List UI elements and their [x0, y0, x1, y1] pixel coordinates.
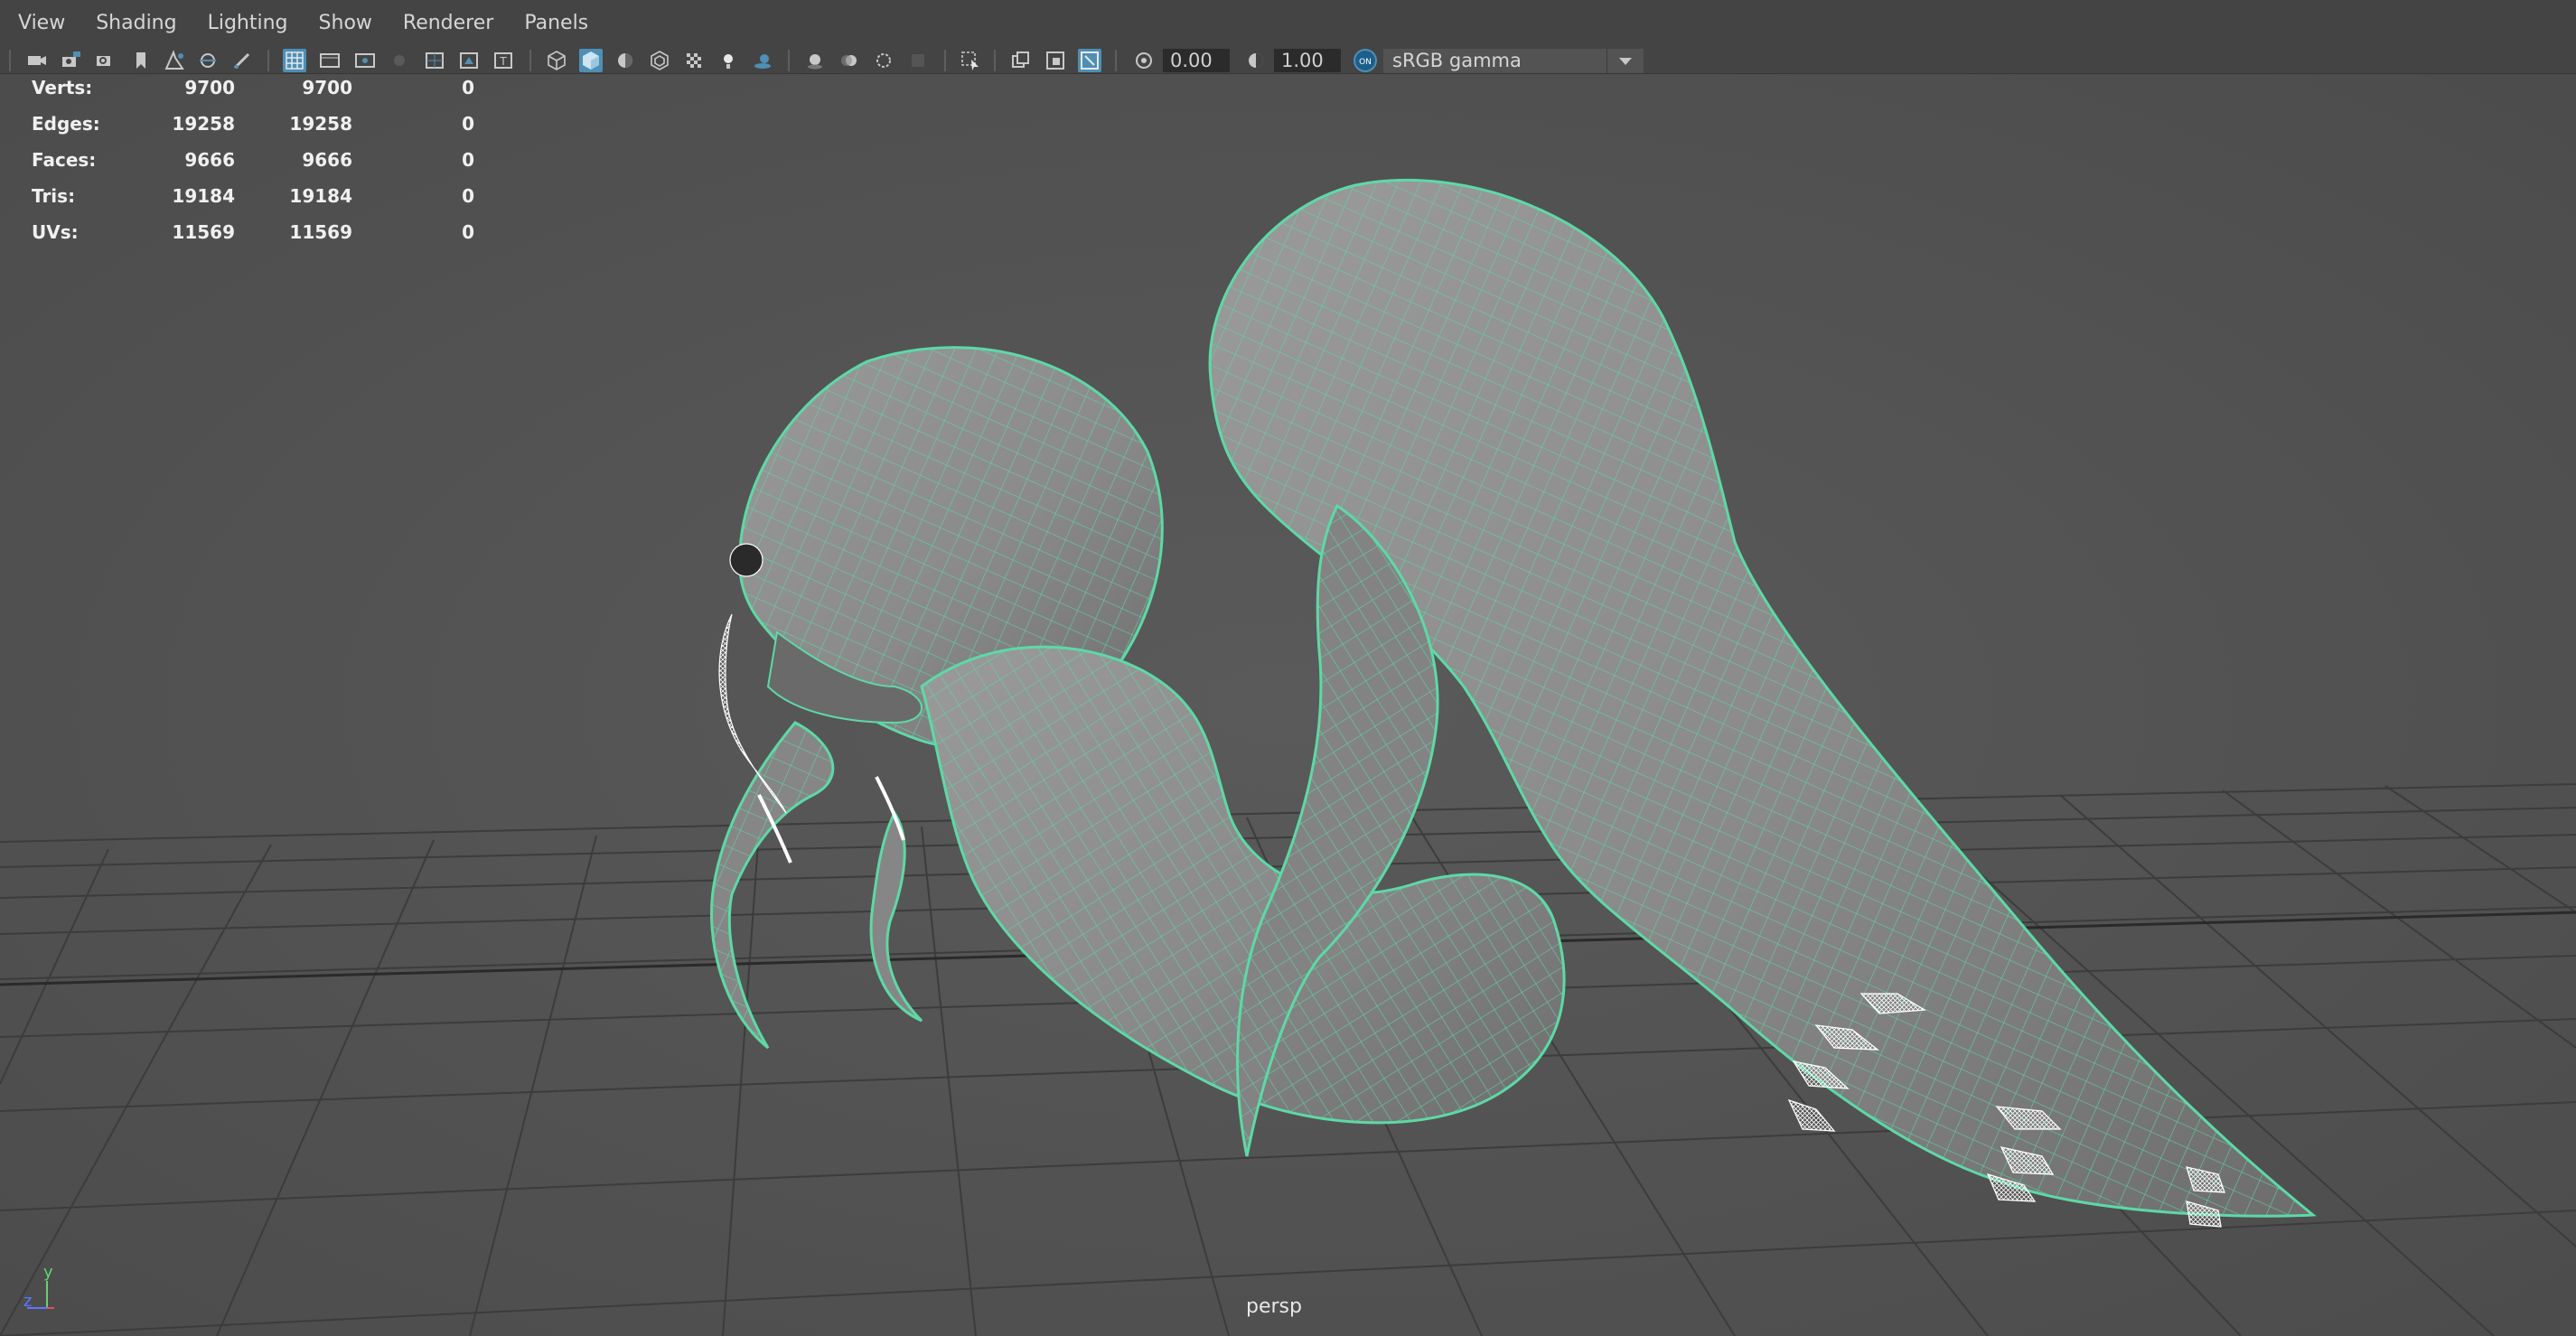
- chevron-down-icon[interactable]: [1606, 49, 1644, 73]
- menu-panels[interactable]: Panels: [509, 0, 604, 46]
- hud-value-total: 11569: [289, 221, 352, 243]
- film-gate-icon[interactable]: [318, 49, 342, 72]
- menu-view[interactable]: View: [0, 0, 80, 46]
- field-chart-icon[interactable]: [423, 49, 446, 72]
- toolbar-separator: [1115, 50, 1117, 71]
- xray-joints-icon[interactable]: [1044, 49, 1067, 72]
- camera-attributes-icon[interactable]: [60, 49, 83, 72]
- image-plane-icon[interactable]: [163, 49, 186, 72]
- camera-select-icon[interactable]: [25, 49, 49, 72]
- toolbar-separator: [788, 50, 790, 71]
- hud-label: Edges:: [32, 113, 100, 135]
- toolbar-separator: [994, 50, 996, 71]
- hud-value-total: 9666: [302, 149, 352, 171]
- hud-label: UVs:: [32, 221, 79, 243]
- resolution-gate-icon[interactable]: [353, 49, 377, 72]
- screen-space-ao-icon[interactable]: [803, 49, 827, 72]
- wireframe-on-shaded-icon[interactable]: [648, 49, 671, 72]
- gate-mask-icon[interactable]: [388, 49, 411, 72]
- maya-viewport-window: View Shading Lighting Show Renderer Pane…: [0, 0, 2576, 1336]
- panel-toolbar: T 0.00 1.00 ON sRGB gamma: [0, 46, 2576, 74]
- hud-value-visible: 11569: [172, 221, 235, 243]
- default-material-icon[interactable]: [614, 49, 637, 72]
- toolbar-separator: [9, 50, 11, 71]
- view-transform-dropdown[interactable]: sRGB gamma: [1383, 49, 1606, 73]
- hud-value-total: 19258: [289, 113, 352, 135]
- hud-value-selected: 0: [462, 221, 474, 243]
- anti-aliasing-icon[interactable]: [872, 49, 895, 72]
- hud-value-visible: 9700: [184, 77, 235, 98]
- bookmarks-icon[interactable]: [94, 49, 117, 72]
- hud-value-selected: 0: [462, 113, 474, 135]
- menu-renderer[interactable]: Renderer: [388, 0, 509, 46]
- textured-icon[interactable]: [682, 49, 706, 72]
- svg-text:T: T: [499, 55, 507, 68]
- wireframe-shading-icon[interactable]: [545, 49, 568, 72]
- hud-value-total: 9700: [302, 77, 352, 98]
- grid-toggle-icon[interactable]: [283, 49, 306, 72]
- hud-value-visible: 19184: [172, 185, 235, 207]
- hud-label: Verts:: [32, 77, 93, 98]
- gamma-field[interactable]: 1.00: [1274, 49, 1341, 72]
- hud-row-verts: Verts: 9700 9700 0: [0, 77, 506, 104]
- menu-lighting[interactable]: Lighting: [192, 0, 304, 46]
- color-management-toggle[interactable]: ON: [1354, 49, 1377, 72]
- exposure-field[interactable]: 0.00: [1163, 49, 1230, 72]
- safe-title-icon[interactable]: T: [492, 49, 515, 72]
- menu-show[interactable]: Show: [304, 0, 388, 46]
- hud-row-edges: Edges: 19258 19258 0: [0, 113, 506, 140]
- hud-label: Tris:: [32, 185, 76, 207]
- hud-value-visible: 19258: [172, 113, 235, 135]
- panel-menu-bar: View Shading Lighting Show Renderer Pane…: [0, 0, 2576, 46]
- toolbar-separator: [267, 50, 269, 71]
- xray-icon[interactable]: [1009, 49, 1033, 72]
- 3d-viewport[interactable]: [0, 74, 2576, 1336]
- depth-of-field-icon[interactable]: [906, 49, 930, 72]
- hud-value-total: 19184: [289, 185, 352, 207]
- hud-value-selected: 0: [462, 149, 474, 171]
- grease-pencil-icon[interactable]: [230, 49, 254, 72]
- safe-action-icon[interactable]: [457, 49, 481, 72]
- camera-name-label: persp: [1246, 1295, 1302, 1318]
- hud-value-selected: 0: [462, 185, 474, 207]
- svg-text:ON: ON: [1359, 58, 1372, 67]
- shadows-icon[interactable]: [751, 49, 774, 72]
- use-all-lights-icon[interactable]: [717, 49, 740, 72]
- hud-row-tris: Tris: 19184 19184 0: [0, 185, 506, 212]
- toolbar-separator: [529, 50, 531, 71]
- toolbar-separator: [944, 50, 946, 71]
- hud-row-faces: Faces: 9666 9666 0: [0, 149, 506, 176]
- hud-value-visible: 9666: [184, 149, 235, 171]
- hud-label: Faces:: [32, 149, 97, 171]
- axis-y-label: y: [43, 1263, 53, 1282]
- bookmark-icon[interactable]: [129, 49, 153, 72]
- menu-shading[interactable]: Shading: [80, 0, 192, 46]
- exposure-icon[interactable]: [1132, 49, 1156, 72]
- isolate-select-icon[interactable]: [959, 49, 982, 72]
- axis-z-label: z: [23, 1292, 33, 1311]
- motion-blur-icon[interactable]: [838, 49, 861, 72]
- xray-active-components-icon[interactable]: [1078, 49, 1101, 72]
- two-d-pan-zoom-icon[interactable]: [197, 49, 220, 72]
- hud-row-uvs: UVs: 11569 11569 0: [0, 221, 506, 248]
- viewport-scene[interactable]: [0, 74, 2576, 1336]
- hud-value-selected: 0: [462, 77, 474, 98]
- smooth-shade-wire-icon[interactable]: [579, 49, 603, 72]
- gamma-icon[interactable]: [1244, 49, 1268, 72]
